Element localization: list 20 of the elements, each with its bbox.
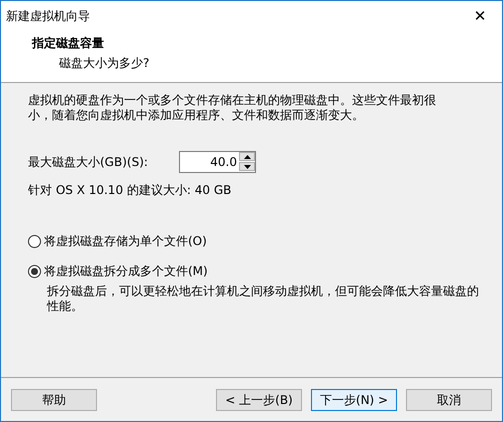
page-subtitle: 磁盘大小为多少?	[58, 55, 150, 72]
dialog-button[interactable]: 取消	[406, 388, 492, 410]
spin-up-icon[interactable]	[239, 152, 255, 161]
radio-button[interactable]	[28, 234, 41, 248]
radio-button[interactable]	[28, 264, 41, 278]
window-title: 新建虚拟机向导	[6, 8, 90, 25]
disk-size-label: 最大磁盘大小(GB)(S):	[28, 154, 149, 171]
page-title: 指定磁盘容量	[32, 35, 105, 52]
description-text: 虚拟机的硬盘作为一个或多个文件存储在主机的物理磁盘中。这些文件最初很小，随着您向虚拟机中添加应用程序、文件和数据而逐渐变大。	[28, 93, 437, 123]
spin-down-icon[interactable]	[239, 162, 255, 171]
radio-label[interactable]: 将虚拟磁盘存储为单个文件(O)	[44, 232, 207, 250]
close-button[interactable]: ✕	[458, 1, 502, 31]
disk-size-spinbox[interactable]: 40.0	[179, 151, 256, 173]
dialog-button[interactable]: 下一步(N) >	[311, 388, 397, 410]
disk-size-value: 40.0	[209, 154, 238, 171]
radio-label[interactable]: 将虚拟磁盘拆分成多个文件(M)	[44, 262, 208, 280]
option-note: 拆分磁盘后，可以更轻松地在计算机之间移动虚拟机，但可能会降低大容量磁盘的性能。	[46, 284, 480, 314]
dialog-button[interactable]: 帮助	[11, 388, 97, 410]
dialog-button[interactable]: < 上一步(B)	[216, 388, 302, 410]
recommended-size-text: 针对 OS X 10.10 的建议大小: 40 GB	[28, 182, 232, 199]
